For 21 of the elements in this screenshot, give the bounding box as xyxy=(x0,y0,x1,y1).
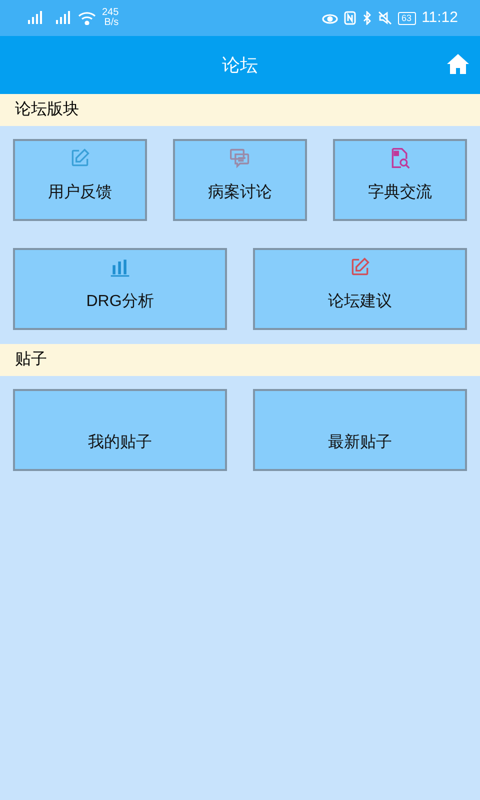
clock: 11:12 xyxy=(422,8,458,28)
forum-tile[interactable]: 最新贴子 xyxy=(253,389,467,471)
network-speed: 245 xyxy=(102,8,119,18)
home-button[interactable] xyxy=(446,52,470,76)
forum-tile[interactable]: 论坛建议 xyxy=(253,248,467,330)
bluetooth-icon xyxy=(362,11,372,25)
section-title: 贴子 xyxy=(15,350,47,370)
forum-tile[interactable]: DRG分析 xyxy=(13,248,227,330)
eye-icon xyxy=(322,12,338,24)
wifi-icon xyxy=(78,11,96,25)
forum-tile[interactable]: 字典交流 xyxy=(333,139,467,221)
battery-indicator: 63 xyxy=(398,12,416,24)
home-icon xyxy=(447,54,469,74)
nfc-icon xyxy=(344,11,356,25)
section-title: 论坛版块 xyxy=(15,100,79,120)
mute-icon xyxy=(378,11,392,25)
page-title: 论坛 xyxy=(222,54,258,76)
forum-tile[interactable]: 我的贴子 xyxy=(13,389,227,471)
forum-tile[interactable]: 病案讨论 xyxy=(173,139,307,221)
forum-tile[interactable]: 用户反馈 xyxy=(13,139,147,221)
network-speed-unit: B/s xyxy=(104,18,119,28)
